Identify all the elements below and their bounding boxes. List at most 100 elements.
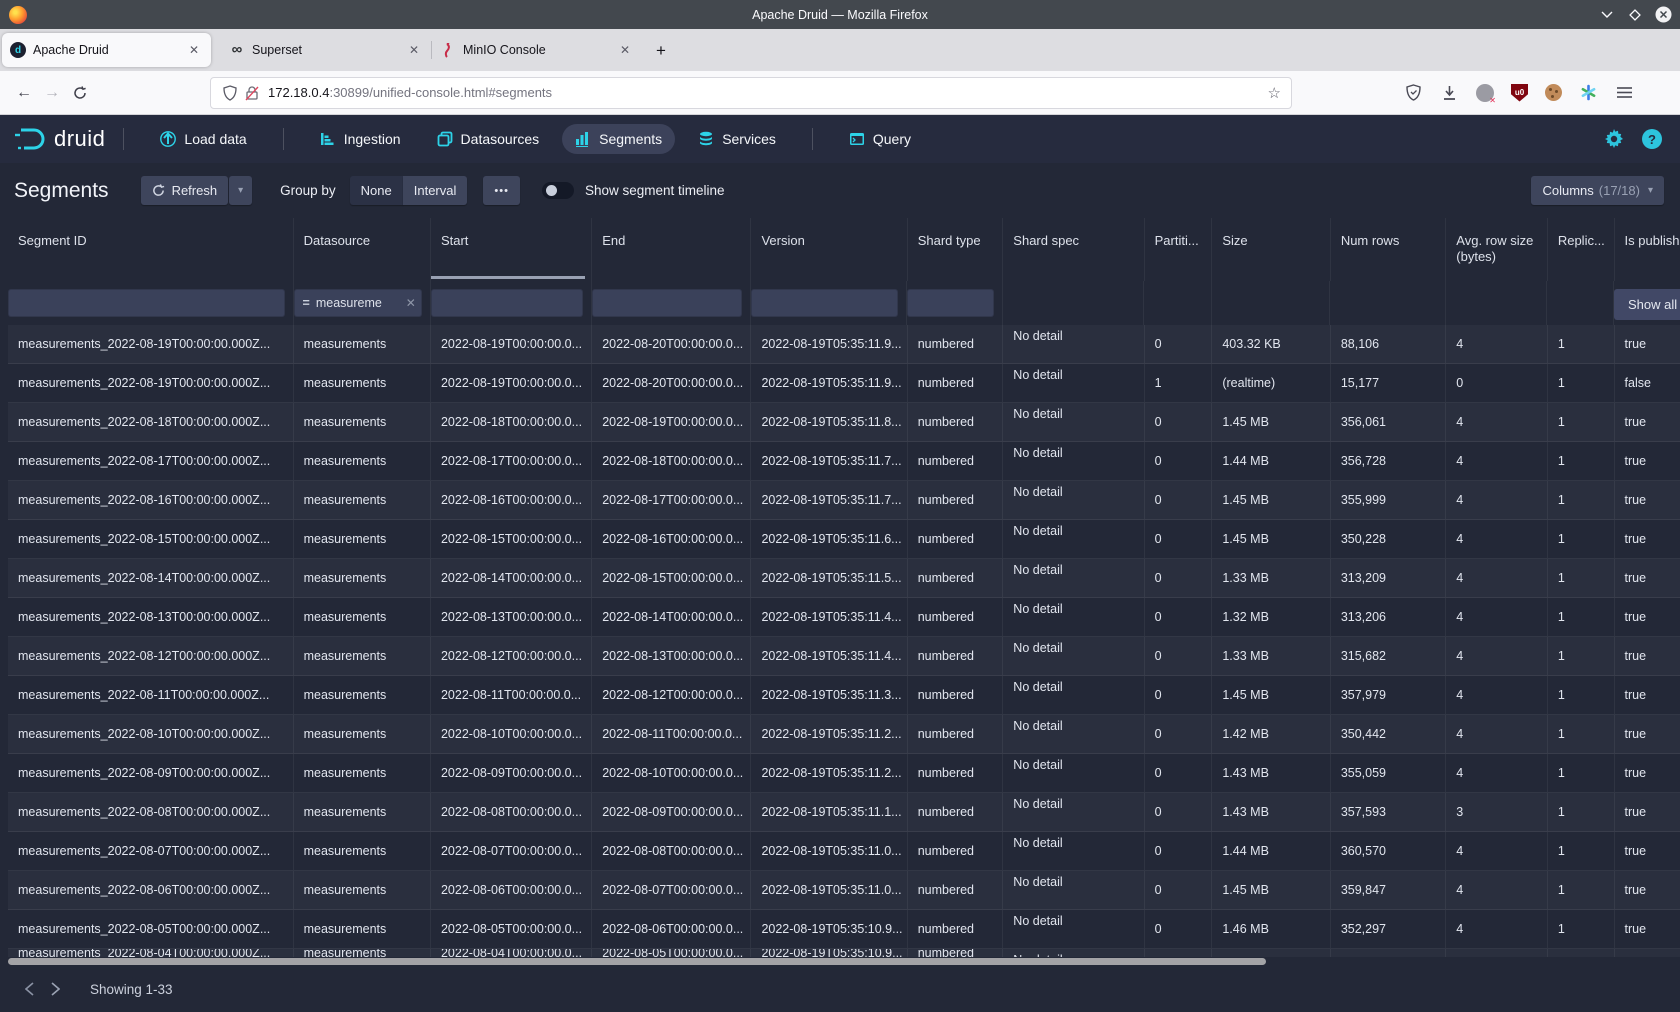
start-filter-input[interactable] (431, 289, 583, 317)
refresh-dropdown-button[interactable]: ▾ (229, 176, 252, 205)
nav-item-segments[interactable]: Segments (562, 124, 675, 154)
cell-num-rows: 315,682 (1331, 637, 1446, 675)
column-header-num-rows[interactable]: Num rows (1331, 218, 1446, 281)
nav-item-ingestion[interactable]: Ingestion (307, 124, 414, 154)
url-bar[interactable]: 172.18.0.4:30899/unified-console.html#se… (210, 77, 1292, 109)
colorful-asterisk-extension-icon[interactable] (1579, 83, 1598, 102)
tab-minio-console[interactable]: MinIO Console ✕ (432, 33, 642, 67)
is-published-filter-select[interactable]: Show all (1614, 289, 1680, 320)
tab-superset[interactable]: ∞ Superset ✕ (221, 33, 431, 67)
cell-end: 2022-08-19T00:00:00.0... (592, 403, 751, 441)
url-path: :30899/unified-console.html#segments (329, 85, 552, 100)
column-header-label: Start (441, 233, 468, 248)
cell-num-rows: 355,059 (1331, 754, 1446, 792)
cell-num-rows (1331, 949, 1446, 957)
column-header-avg-row-size[interactable]: Avg. row size (bytes) (1446, 218, 1548, 281)
cell-replicas: 1 (1548, 403, 1615, 441)
cell-replicas: 1 (1548, 754, 1615, 792)
group-by-interval-button[interactable]: Interval (403, 176, 468, 205)
cell-shard-spec: No detail (1003, 871, 1144, 909)
cell-segment-id: measurements_2022-08-19T00:00:00.000Z... (8, 364, 294, 402)
cell-shard-type: numbered (908, 403, 1004, 441)
cell-avg-row-size (1446, 949, 1548, 957)
tab-close-icon[interactable]: ✕ (616, 41, 634, 59)
back-button[interactable]: ← (10, 79, 38, 107)
tracking-shield-icon[interactable] (223, 85, 237, 101)
segment-id-filter-input[interactable] (8, 289, 285, 317)
cell-num-rows: 88,106 (1331, 325, 1446, 363)
columns-button[interactable]: Columns (17/18) ▾ (1531, 176, 1664, 205)
cell-is-published: true (1615, 871, 1680, 909)
column-header-partition[interactable]: Partiti... (1145, 218, 1213, 281)
version-filter-input[interactable] (751, 289, 898, 317)
column-header-segment-id[interactable]: Segment ID (8, 218, 294, 281)
druid-logo[interactable]: druid (14, 126, 105, 152)
cookie-extension-icon[interactable] (1545, 84, 1562, 101)
tab-apache-druid[interactable]: d Apache Druid ✕ (2, 33, 211, 67)
filter-cell-version (751, 281, 907, 325)
cell-start: 2022-08-14T00:00:00.0... (431, 559, 592, 597)
next-page-button[interactable] (42, 976, 68, 1002)
bookmark-star-icon[interactable]: ☆ (1268, 84, 1281, 102)
window-maximize-icon[interactable] (1626, 6, 1644, 24)
group-by-none-button[interactable]: None (350, 176, 403, 205)
column-header-shard-spec[interactable]: Shard spec (1003, 218, 1144, 281)
nav-item-load-data[interactable]: Load data (147, 124, 259, 154)
column-header-end[interactable]: End (592, 218, 751, 281)
column-header-size[interactable]: Size (1212, 218, 1330, 281)
new-tab-button[interactable]: + (656, 41, 666, 61)
cell-end: 2022-08-08T00:00:00.0... (592, 832, 751, 870)
navbar-divider (123, 128, 124, 150)
window-minimize-icon[interactable] (1598, 6, 1616, 24)
column-header-is-published[interactable]: Is published (1615, 218, 1680, 281)
shard-type-filter-input[interactable] (907, 289, 994, 317)
extension-icon[interactable] (1476, 84, 1494, 102)
remove-filter-icon[interactable]: ✕ (406, 296, 416, 310)
previous-page-button[interactable] (16, 976, 42, 1002)
cell-datasource: measurements (294, 403, 431, 441)
protections-shield-icon[interactable] (1404, 83, 1423, 102)
column-header-replicas[interactable]: Replic... (1548, 218, 1615, 281)
tab-close-icon[interactable]: ✕ (405, 41, 423, 59)
filter-cell-is-published: Show all (1614, 281, 1680, 325)
cell-size: 1.43 MB (1212, 793, 1330, 831)
column-header-start[interactable]: Start (431, 218, 592, 281)
cell-partition: 0 (1145, 520, 1213, 558)
column-header-datasource[interactable]: Datasource (294, 218, 431, 281)
reload-button[interactable] (66, 79, 94, 107)
tab-close-icon[interactable]: ✕ (185, 41, 203, 59)
downloads-icon[interactable] (1440, 83, 1459, 102)
segment-timeline-toggle[interactable] (542, 182, 574, 199)
column-header-shard-type[interactable]: Shard type (908, 218, 1004, 281)
datasource-filter-input[interactable]: =measureme✕ (294, 289, 422, 317)
cell-start: 2022-08-19T00:00:00.0... (431, 325, 592, 363)
window-close-icon[interactable] (1654, 6, 1672, 24)
nav-item-query[interactable]: Query (836, 124, 924, 154)
view-header: Segments Refresh ▾ Group by None Interva… (0, 163, 1680, 218)
table-row: measurements_2022-08-15T00:00:00.000Z...… (8, 520, 1680, 559)
help-icon[interactable]: ? (1642, 129, 1662, 149)
nav-item-services[interactable]: Services (685, 124, 789, 154)
column-header-version[interactable]: Version (751, 218, 907, 281)
hamburger-menu-icon[interactable] (1615, 83, 1634, 102)
cell-start: 2022-08-08T00:00:00.0... (431, 793, 592, 831)
cell-end: 2022-08-20T00:00:00.0... (592, 364, 751, 402)
end-filter-input[interactable] (592, 289, 742, 317)
cell-partition: 0 (1145, 598, 1213, 636)
cell-start: 2022-08-17T00:00:00.0... (431, 442, 592, 480)
insecure-lock-icon[interactable] (245, 85, 259, 101)
refresh-button[interactable]: Refresh (141, 176, 229, 205)
cell-version: 2022-08-19T05:35:11.3... (751, 676, 907, 714)
cell-segment-id: measurements_2022-08-04T00:00:00.000Z... (8, 949, 294, 957)
cell-version: 2022-08-19T05:35:11.5... (751, 559, 907, 597)
ublock-origin-icon[interactable]: u0 (1511, 84, 1528, 102)
cell-num-rows: 356,728 (1331, 442, 1446, 480)
cell-is-published: true (1615, 676, 1680, 714)
nav-item-datasources[interactable]: Datasources (424, 124, 553, 154)
cell-shard-spec: No detail (1003, 949, 1144, 957)
scrollbar-thumb[interactable] (8, 958, 1266, 965)
settings-gear-icon[interactable] (1604, 129, 1624, 149)
url-host: 172.18.0.4 (268, 85, 329, 100)
forward-button[interactable]: → (38, 79, 66, 107)
more-options-button[interactable]: ••• (483, 176, 520, 205)
